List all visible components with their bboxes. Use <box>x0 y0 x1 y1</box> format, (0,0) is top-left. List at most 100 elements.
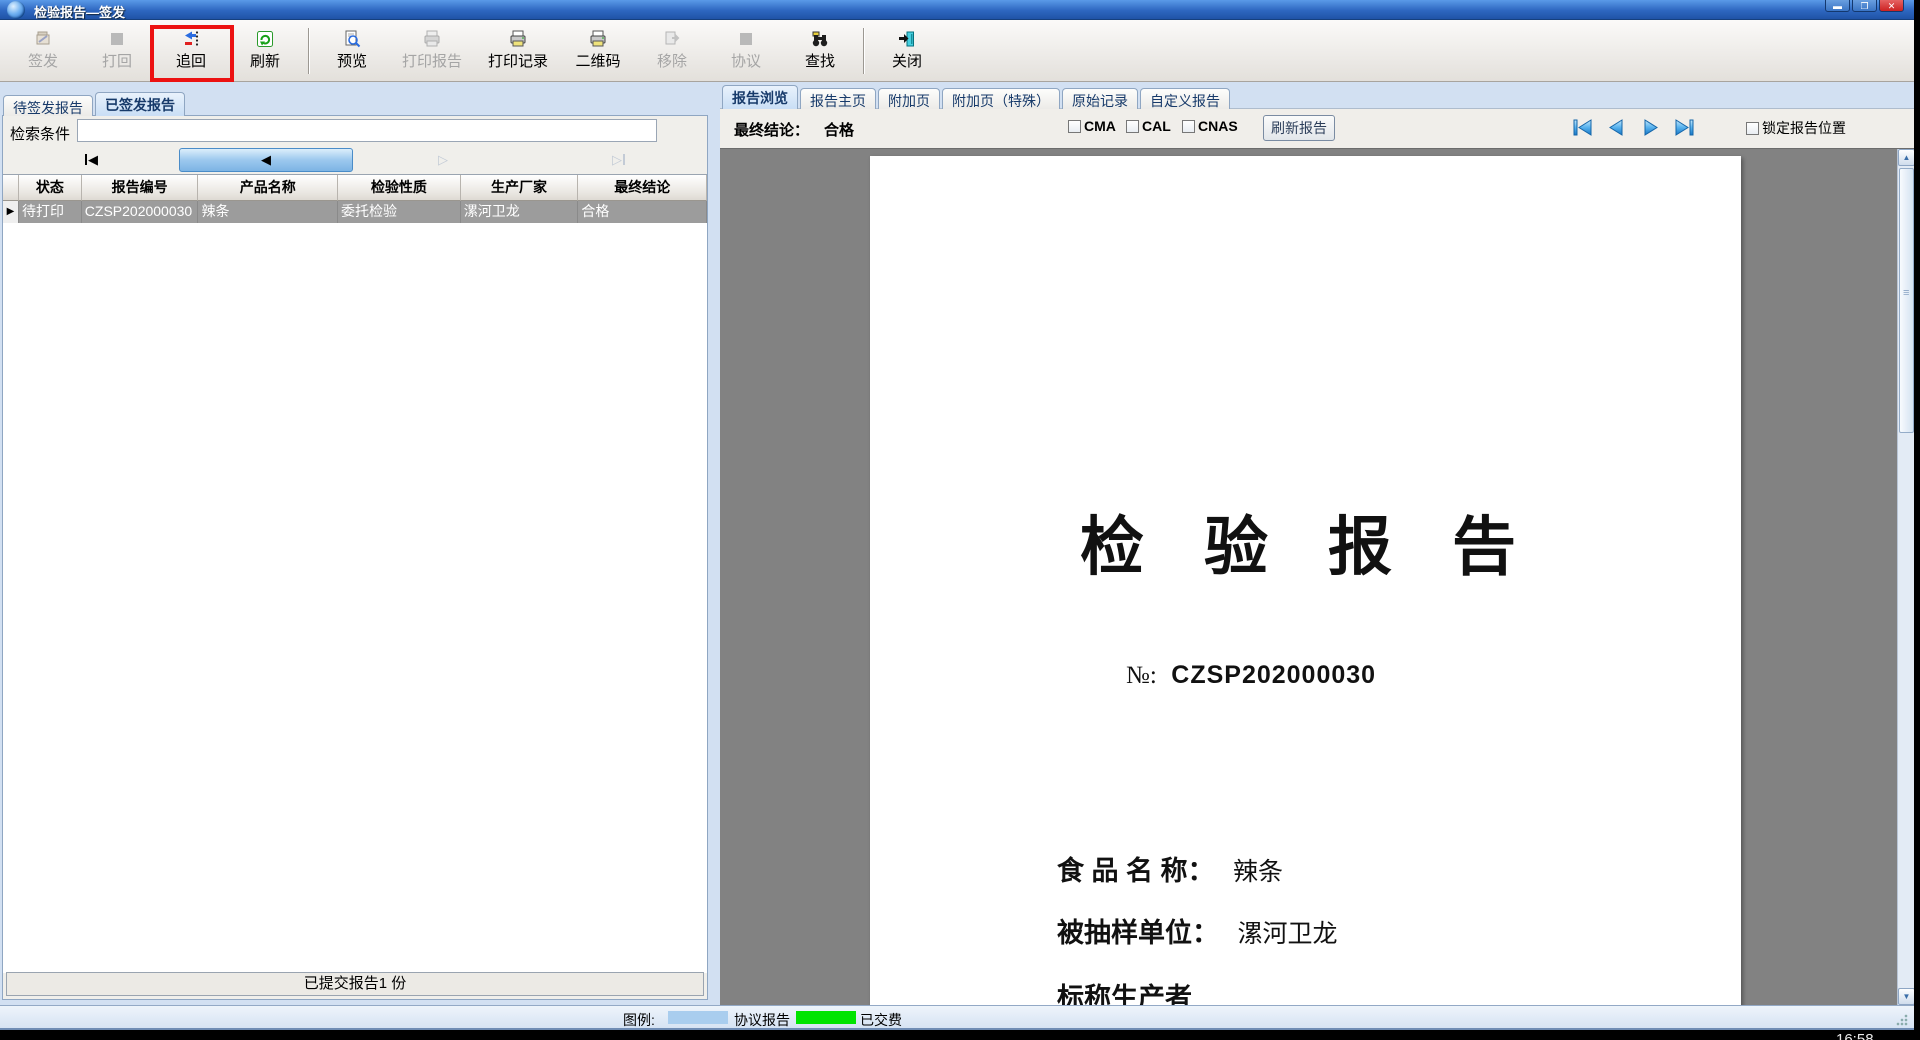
table-cell[interactable]: 合格 <box>578 201 707 223</box>
nav-prior-button-highlighted[interactable]: ◀ <box>179 148 353 172</box>
exit-icon <box>898 30 916 48</box>
right-tab-3[interactable]: 附加页 <box>878 88 940 109</box>
legend-swatch <box>796 1011 856 1024</box>
toolbar-button-agreement: 协议 <box>709 25 783 77</box>
page-next-arrow-icon[interactable] <box>1638 117 1662 143</box>
nav-next-button[interactable]: ▷ <box>355 146 531 174</box>
column-header[interactable]: 最终结论 <box>578 175 707 201</box>
checkbox-box-icon[interactable] <box>1746 122 1759 135</box>
find-icon <box>811 30 829 48</box>
scroll-up-icon[interactable]: ▲ <box>1898 149 1914 166</box>
search-label: 检索条件 <box>10 123 70 144</box>
right-tab-4[interactable]: 附加页（特殊） <box>942 88 1060 109</box>
refresh-icon <box>256 30 274 48</box>
cnas-checkbox[interactable]: CNAS <box>1182 118 1238 134</box>
checkbox-label: CMA <box>1084 118 1116 134</box>
left-tab-2[interactable]: 已签发报告 <box>95 92 185 116</box>
toolbar-button-preview[interactable]: 预览 <box>315 25 389 77</box>
toolbar-button-label: 二维码 <box>575 50 620 71</box>
toolbar-button-send-back: 打回 <box>80 25 154 77</box>
right-tab-6[interactable]: 自定义报告 <box>1140 88 1230 109</box>
page-navigation <box>1572 117 1695 143</box>
column-header[interactable]: 检验性质 <box>338 175 461 201</box>
final-conclusion-label: 最终结论： <box>734 119 809 140</box>
checkbox-box-icon[interactable] <box>1182 120 1195 133</box>
report-controls-bar: 最终结论： 合格 CMACALCNAS 刷新报告 锁定报告位置 <box>720 108 1914 148</box>
resize-grip[interactable] <box>1896 1014 1908 1026</box>
scroll-down-icon[interactable]: ▼ <box>1898 988 1914 1005</box>
toolbar-button-find[interactable]: 查找 <box>783 25 857 77</box>
right-tab-5[interactable]: 原始记录 <box>1062 88 1138 109</box>
status-bar: 图例: 协议报告已交费 <box>0 1005 1914 1030</box>
maximize-button[interactable]: ❐ <box>1852 0 1877 12</box>
column-header[interactable]: 产品名称 <box>198 175 338 201</box>
taskbar-clock: 16:58 <box>1836 1031 1874 1040</box>
legend-item-label: 已交费 <box>860 1010 902 1030</box>
right-tabstrip: 报告浏览报告主页附加页附加页（特殊）原始记录自定义报告 <box>722 85 1230 109</box>
search-input[interactable] <box>77 119 657 142</box>
checkbox-label: CAL <box>1142 118 1171 134</box>
right-tab-1[interactable]: 报告浏览 <box>722 85 798 109</box>
report-number-value: CZSP202000030 <box>1171 661 1376 689</box>
table-cell[interactable]: 待打印 <box>19 201 82 223</box>
refresh-report-button[interactable]: 刷新报告 <box>1263 115 1335 141</box>
checkbox-box-icon[interactable] <box>1126 120 1139 133</box>
report-field-producer: 标称生产者 <box>1057 976 1192 1005</box>
recall-highlight-annotation <box>150 25 234 82</box>
toolbar-button-refresh[interactable]: 刷新 <box>228 25 302 77</box>
qrcode-icon <box>589 30 607 48</box>
left-tab-1[interactable]: 待签发报告 <box>3 95 93 116</box>
toolbar-button-label: 刷新 <box>250 50 280 71</box>
cma-checkbox[interactable]: CMA <box>1068 118 1116 134</box>
toolbar-button-label: 签发 <box>28 50 58 71</box>
column-header[interactable]: 报告编号 <box>82 175 199 201</box>
column-header[interactable]: 状态 <box>19 175 82 201</box>
scrollbar-thumb[interactable] <box>1899 168 1914 433</box>
titlebar: 检验报告—签发 ▬ ❐ ✕ <box>0 0 1914 20</box>
toolbar-button-label: 查找 <box>805 50 835 71</box>
left-panel: 检索条件 ◀◀▷▷ 状态报告编号产品名称检验性质生产厂家最终结论 ▶待打印CZS… <box>2 115 708 1000</box>
toolbar-separator <box>308 28 309 74</box>
cal-checkbox[interactable]: CAL <box>1126 118 1171 134</box>
close-window-button[interactable]: ✕ <box>1879 0 1904 12</box>
lock-report-position-label: 锁定报告位置 <box>1762 118 1846 138</box>
checkbox-box-icon[interactable] <box>1068 120 1081 133</box>
table-cell[interactable]: CZSP202000030 <box>82 201 199 223</box>
right-tab-2[interactable]: 报告主页 <box>800 88 876 109</box>
table-cell[interactable]: 委托检验 <box>338 201 461 223</box>
page-prior-arrow-icon[interactable] <box>1605 117 1629 143</box>
toolbar-button-label: 打印报告 <box>402 50 462 71</box>
table-row[interactable]: ▶待打印CZSP202000030辣条委托检验漯河卫龙合格 <box>3 201 707 223</box>
app-logo-icon <box>7 1 25 19</box>
left-tabstrip: 待签发报告已签发报告 <box>3 92 185 116</box>
print-record-icon <box>509 30 527 48</box>
minimize-button[interactable]: ▬ <box>1825 0 1850 12</box>
toolbar-button-close[interactable]: 关闭 <box>870 25 944 77</box>
lock-report-position-checkbox[interactable]: 锁定报告位置 <box>1746 118 1846 138</box>
remove-icon <box>663 30 681 48</box>
report-number-label: №: <box>1126 662 1157 689</box>
toolbar-separator <box>863 28 864 74</box>
report-title: 检 验 报 告 <box>1080 496 1538 588</box>
nav-last-button[interactable]: ▷ <box>531 146 707 174</box>
nav-first-button[interactable]: ◀ <box>3 146 179 174</box>
page-first-arrow-icon[interactable] <box>1572 117 1596 143</box>
toolbar-button-print-record[interactable]: 打印记录 <box>475 25 561 77</box>
agreement-icon <box>737 30 755 48</box>
table-cell[interactable]: 辣条 <box>198 201 338 223</box>
column-header[interactable]: 生产厂家 <box>461 175 579 201</box>
toolbar-button-label: 移除 <box>657 50 687 71</box>
preview-scrollbar[interactable]: ▲ ▼ <box>1897 149 1914 1005</box>
toolbar-button-remove: 移除 <box>635 25 709 77</box>
toolbar-button-label: 打印记录 <box>488 50 548 71</box>
toolbar-button-print-report: 打印报告 <box>389 25 475 77</box>
toolbar-button-qrcode[interactable]: 二维码 <box>561 25 635 77</box>
selected-row-indicator-icon: ▶ <box>3 201 19 223</box>
screen: 检验报告—签发 ▬ ❐ ✕ 签发打回追回刷新预览打印报告打印记录二维码移除协议查… <box>0 0 1920 1040</box>
toolbar-button-label: 预览 <box>337 50 367 71</box>
toolbar-button-sign: 签发 <box>6 25 80 77</box>
print-report-icon <box>423 30 441 48</box>
report-field-food-name: 食 品 名 称： 辣条 <box>1057 849 1283 888</box>
table-cell[interactable]: 漯河卫龙 <box>461 201 579 223</box>
page-last-arrow-icon[interactable] <box>1671 117 1695 143</box>
